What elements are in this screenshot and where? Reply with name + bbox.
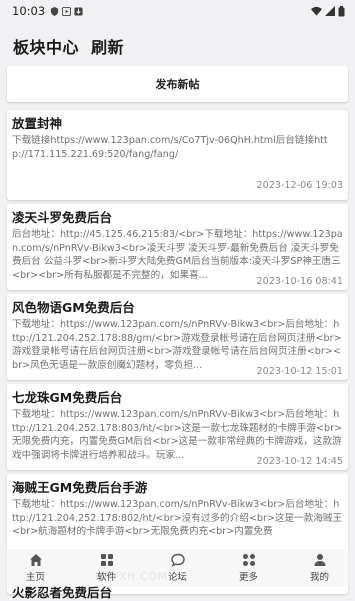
- nav-item-forum[interactable]: 论坛: [148, 553, 208, 583]
- signal-icon: [325, 6, 335, 16]
- nav-item-more[interactable]: 更多: [219, 553, 279, 583]
- post-title: 放置封神: [12, 116, 63, 131]
- post-date: 2023-12-06 19:03: [256, 180, 343, 191]
- post-date: 2023-10-16 08:41: [256, 275, 343, 288]
- post-card[interactable]: 放置封神 下载链接https://www.123pan.com/s/Co7Tjv…: [7, 110, 348, 200]
- notification-play-icon: [62, 6, 72, 16]
- status-bar: 10:03: [0, 0, 355, 22]
- post-title: 风色物语GM免费后台: [12, 300, 135, 315]
- post-title: 七龙珠GM免费后台: [12, 390, 123, 405]
- nav-item-mine[interactable]: 我的: [290, 553, 350, 583]
- notification-download-icon: [74, 6, 83, 16]
- nav-label: 更多: [238, 572, 258, 583]
- post-date: 2023-10-12 15:01: [256, 365, 343, 378]
- wifi-icon: [311, 6, 322, 16]
- post-date: 2023-10-12 14:45: [256, 455, 343, 468]
- post-list: 放置封神 下载链接https://www.123pan.com/s/Co7Tjv…: [7, 110, 348, 598]
- status-right: [311, 5, 345, 17]
- nav-item-software[interactable]: 软件: [77, 553, 137, 583]
- post-body: 下载链接https://www.123pan.com/s/Co7Tjv-06Qh…: [12, 135, 328, 160]
- status-time: 10:03: [12, 4, 46, 18]
- nav-label: 论坛: [167, 572, 187, 583]
- post-body: 下载地址：https://www.123pan.com/s/nPnRVv-Bik…: [12, 409, 343, 461]
- battery-icon: [338, 5, 345, 16]
- post-card[interactable]: 凌天斗罗免费后台 后台地址：http://45.125.46.215:83/<b…: [7, 204, 348, 290]
- grid-icon: [100, 554, 113, 566]
- post-card[interactable]: 七龙珠GM免费后台 下载地址：https://www.123pan.com/s/…: [7, 384, 348, 470]
- post-title: 凌天斗罗免费后台: [12, 210, 113, 225]
- nav-label: 我的: [309, 572, 329, 583]
- post-title: 海贼王GM免费后台手游: [12, 480, 148, 495]
- post-body: 下载地址：https://www.123pan.com/s/nPnRVv-Bik…: [12, 319, 342, 371]
- nav-label: 软件: [96, 572, 116, 583]
- status-left: 10:03: [12, 4, 83, 18]
- post-card[interactable]: 风色物语GM免费后台 下载地址：https://www.123pan.com/s…: [7, 294, 348, 380]
- publish-post-label: 发布新帖: [155, 78, 200, 91]
- notification-shield-icon: [51, 6, 59, 16]
- post-body: 后台地址：http://45.125.46.215:83/<br>下载地址：ht…: [12, 229, 343, 281]
- publish-post-button[interactable]: 发布新帖: [7, 66, 348, 102]
- home-icon: [29, 554, 42, 566]
- nav-label: 主页: [25, 572, 45, 583]
- bottom-nav: 主页 软件 论坛 更多 我的: [0, 549, 355, 587]
- apps-icon: [242, 554, 255, 566]
- notification-icons: [50, 6, 83, 16]
- person-icon: [314, 554, 325, 566]
- page-title[interactable]: 板块中心 刷新: [13, 34, 124, 58]
- nav-item-home[interactable]: 主页: [6, 553, 66, 583]
- chat-icon: [170, 553, 185, 567]
